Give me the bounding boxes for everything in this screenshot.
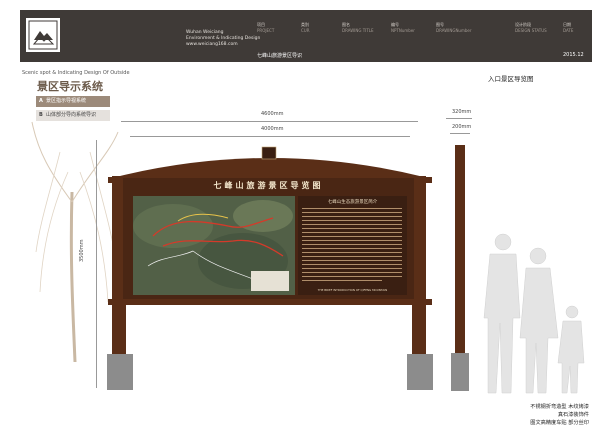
header-col-category: 类别 CUR — [301, 22, 310, 33]
intro-text-line — [302, 276, 402, 277]
company-logo — [26, 18, 60, 52]
stone-base-left — [107, 354, 133, 390]
intro-text-line — [302, 208, 402, 209]
intro-text-line — [302, 268, 402, 269]
dimension-line-overall — [121, 121, 418, 122]
drawing-date: 2015.12 — [563, 52, 584, 58]
crossbar-bottom — [108, 299, 432, 305]
header-col-date: 日期 DATE — [563, 22, 574, 33]
dimension-height: 3500mm — [79, 239, 85, 262]
dimension-line-side-depth — [446, 118, 472, 119]
intro-text-line — [302, 272, 402, 273]
material-note: 不锈钢折弯造型 木纹烤漆 — [530, 404, 589, 410]
intro-text-line — [302, 216, 402, 217]
intro-text-line — [302, 244, 402, 245]
dimension-overall-width: 4600mm — [261, 111, 284, 117]
dimension-line-side-post — [450, 133, 470, 134]
dimension-side-post: 200mm — [452, 124, 472, 130]
subtitle-chinese: 景区导示系统 — [37, 80, 103, 93]
intro-text-line — [302, 224, 402, 225]
side-view-base — [451, 353, 469, 391]
intro-text-line — [302, 228, 402, 229]
willow-tree-illustration — [31, 121, 119, 362]
intro-text-line — [302, 256, 402, 257]
board-title: 七峰山旅游景区导览图 — [213, 180, 324, 190]
material-note: 真石漆装饰件 — [557, 412, 589, 418]
scenic-area-map — [133, 196, 295, 295]
header-col-drawing-title: 图名 DRAWING TITLE — [342, 22, 374, 33]
header-col-status: 设计阶段 DESIGN STATUS — [515, 22, 547, 33]
dimension-inner-width: 4000mm — [261, 126, 284, 132]
intro-text-line — [302, 252, 402, 253]
tab-label: 景区指示导视系统 — [46, 98, 87, 104]
header-col-number: 编号 NPTNumber — [391, 22, 415, 33]
tab-scenic-guidance[interactable]: A 景区指示导视系统 — [36, 96, 110, 107]
stone-base-right — [407, 354, 433, 390]
intro-footer: THE BRIEF INTRODUCTION OF QIFENG MOUNTAI… — [317, 288, 388, 292]
intro-text-line — [302, 260, 402, 261]
subtitle-english: Scenic spot & Indicating Design Of Outsi… — [22, 70, 130, 76]
header-col-drawing-number: 图号 DRAWINGNumber — [436, 22, 472, 33]
post-right — [412, 176, 426, 366]
dimension-line-height — [96, 140, 97, 388]
intro-text-line — [302, 240, 402, 241]
dimension-side-depth: 320mm — [452, 109, 472, 115]
company-website: www.weiciang168.com — [186, 42, 238, 47]
intro-text-line — [302, 232, 402, 233]
intro-text-line — [302, 220, 402, 221]
material-note: 图文高精度车贴 部分丝印 — [530, 420, 589, 426]
tab-letter: A — [39, 98, 43, 104]
page-label: 入口景区导览图 — [488, 75, 534, 83]
intro-text-line — [302, 212, 402, 213]
side-view-post — [455, 145, 465, 355]
header-col-project: 项目 PROJECT — [257, 22, 275, 33]
company-info: Wuhan Weiciang Environment & Indicating … — [186, 30, 260, 48]
dimension-line-inner — [130, 136, 410, 137]
intro-text-line — [302, 280, 382, 281]
material-notes: 不锈钢折弯造型 木纹烤漆 真石漆装饰件 图文高精度车贴 部分丝印 — [509, 403, 589, 427]
intro-text-line — [302, 264, 402, 265]
people-silhouettes — [483, 233, 585, 394]
intro-title: 七峰山生态旅游景区简介 — [327, 200, 378, 205]
header-bar — [20, 10, 592, 62]
project-title: 七峰山旅游景区导识 — [257, 53, 303, 59]
intro-text-line — [302, 236, 402, 237]
intro-text-line — [302, 248, 402, 249]
